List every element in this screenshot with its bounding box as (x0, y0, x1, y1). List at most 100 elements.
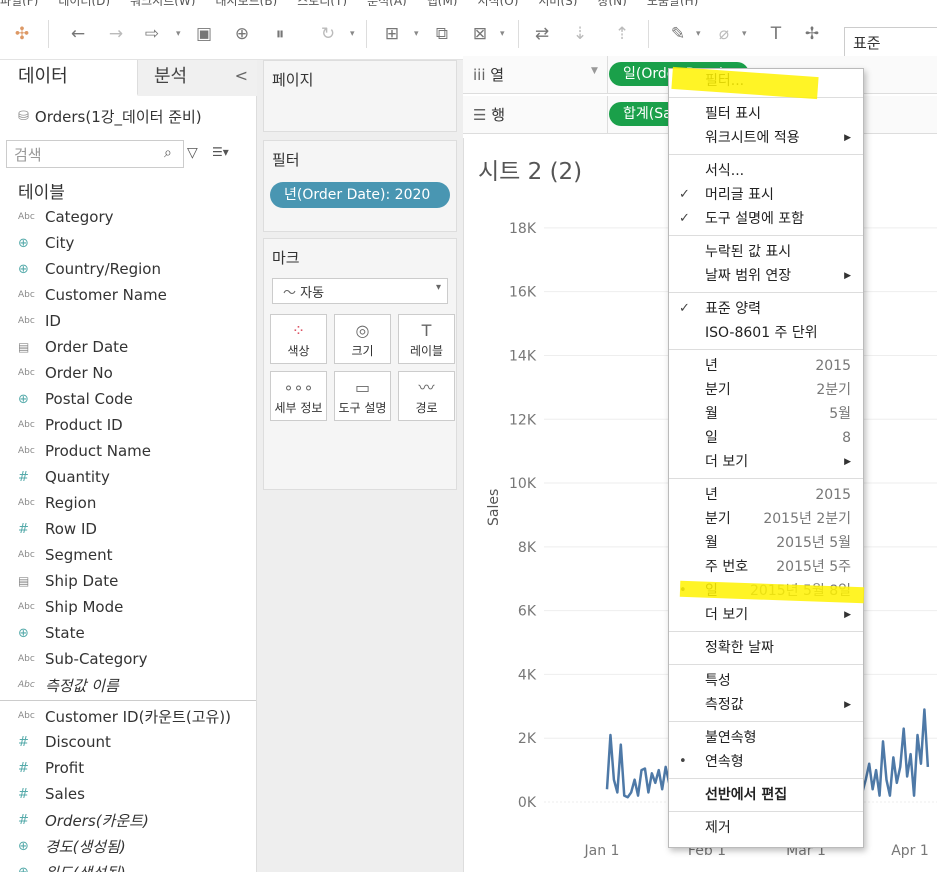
new-datasource-icon[interactable]: ⊕ (230, 22, 254, 46)
field-item[interactable]: Abc Customer ID(카운트(고유)) (0, 703, 256, 729)
menu-item[interactable]: 데이터(D) (58, 0, 110, 6)
group-icon[interactable]: ⌀ (712, 22, 736, 46)
field-item[interactable]: Abc Product Name (0, 438, 256, 464)
menu-item[interactable]: 주 번호 2015년 5주 (669, 555, 863, 579)
sort-ascending-icon[interactable]: ⇣ (568, 22, 592, 46)
menu-item[interactable]: 파일(F) (0, 0, 38, 6)
field-item[interactable]: # Profit (0, 755, 256, 781)
field-item[interactable]: ⊕ Postal Code (0, 386, 256, 412)
fit-dropdown[interactable]: 표준 (844, 27, 937, 57)
menu-item[interactable]: 워크시트(W) (130, 0, 195, 6)
chevron-down-icon[interactable]: ▾ (742, 22, 747, 46)
pin-icon[interactable]: ✢ (800, 22, 824, 46)
new-sheet-icon[interactable]: ⊞ (380, 22, 404, 46)
menu-item[interactable]: 서식... (669, 159, 863, 183)
menu-item[interactable]: 서버(S) (538, 0, 577, 6)
field-item[interactable]: Abc ID (0, 308, 256, 334)
menu-item[interactable]: 월 5월 (669, 402, 863, 426)
mark-button[interactable]: ⁘ 색상 (270, 314, 327, 364)
menu-item[interactable]: 측정값 ▶ (669, 693, 863, 717)
chevron-down-icon[interactable]: ▾ (696, 22, 701, 46)
refresh-icon[interactable]: ↻ (316, 22, 340, 46)
sort-descending-icon[interactable]: ⇡ (610, 22, 634, 46)
chevron-down-icon[interactable]: ▾ (414, 22, 419, 46)
menu-item[interactable]: 분석(A) (367, 0, 407, 6)
field-item[interactable]: ⊕ City (0, 230, 256, 256)
field-item[interactable]: # Sales (0, 781, 256, 807)
field-item[interactable]: Abc Region (0, 490, 256, 516)
field-item[interactable]: Abc Ship Mode (0, 594, 256, 620)
menu-item[interactable]: 도움말(H) (647, 0, 699, 6)
chevron-down-icon[interactable]: ▼ (591, 66, 598, 76)
menu-item[interactable]: 분기 2분기 (669, 378, 863, 402)
menu-item[interactable]: 창(N) (597, 0, 626, 6)
menu-item[interactable]: 년 2015 (669, 483, 863, 507)
field-item[interactable]: ▤ Order Date (0, 334, 256, 360)
menu-item[interactable]: 특성 (669, 669, 863, 693)
menu-item[interactable]: 날짜 범위 연장 ▶ (669, 264, 863, 288)
chevron-down-icon[interactable]: ▾ (350, 22, 355, 46)
field-item[interactable]: Abc Segment (0, 542, 256, 568)
tab-data[interactable]: 데이터 (0, 60, 138, 96)
menu-item[interactable]: 누락된 값 표시 (669, 240, 863, 264)
menu-item[interactable]: 월 2015년 5월 (669, 531, 863, 555)
menu-item[interactable]: 년 2015 (669, 354, 863, 378)
mark-button[interactable]: ∘∘∘ 세부 정보 (270, 371, 327, 421)
swap-icon[interactable]: ⇄ (530, 22, 554, 46)
field-item[interactable]: Abc Category (0, 204, 256, 230)
filter-pill[interactable]: 년(Order Date): 2020 (270, 182, 450, 208)
menu-item[interactable]: • 연속형 (669, 750, 863, 774)
field-item[interactable]: ⊕ Country/Region (0, 256, 256, 282)
replay-icon[interactable]: ⇨ (140, 22, 164, 46)
collapse-pane-icon[interactable]: < (235, 66, 248, 85)
menu-item[interactable]: 대시보드(B) (215, 0, 277, 6)
menu-item[interactable]: 워크시트에 적용 ▶ (669, 126, 863, 150)
menu-item[interactable]: 정확한 날짜 (669, 636, 863, 660)
field-item[interactable]: # Row ID (0, 516, 256, 542)
mark-type-select[interactable]: 〜 자동 ▾ (272, 278, 448, 304)
field-item[interactable]: # Quantity (0, 464, 256, 490)
search-input[interactable]: 검색 (6, 140, 184, 168)
clear-sheet-icon[interactable]: ⊠ (468, 22, 492, 46)
mark-button[interactable]: T 레이블 (398, 314, 455, 364)
tableau-logo-icon[interactable]: ✣ (10, 22, 34, 46)
menu-item[interactable]: 더 보기 ▶ (669, 603, 863, 627)
mark-button[interactable]: 〰 경로 (398, 371, 455, 421)
field-item[interactable]: Abc Order No (0, 360, 256, 386)
menu-item[interactable]: 서식(O) (478, 0, 519, 6)
highlight-icon[interactable]: ✎ (666, 22, 690, 46)
mark-button[interactable]: ▭ 도구 설명 (334, 371, 391, 421)
field-item[interactable]: Abc Customer Name (0, 282, 256, 308)
pause-updates-icon[interactable]: ⏸ (268, 22, 292, 46)
field-item[interactable]: ⊕ 경도(생성됨) (0, 833, 256, 859)
menu-item[interactable]: 스토리(T) (297, 0, 347, 6)
menu-item[interactable]: ✓ 머리글 표시 (669, 183, 863, 207)
duplicate-icon[interactable]: ⧉ (430, 22, 454, 46)
field-item[interactable]: Abc 측정값 이름 (0, 672, 256, 698)
save-icon[interactable]: ▣ (192, 22, 216, 46)
menu-item[interactable]: ✓ 도구 설명에 포함 (669, 207, 863, 231)
redo-icon[interactable]: → (104, 22, 128, 46)
menu-item[interactable]: 필터 표시 (669, 102, 863, 126)
search-icon[interactable]: ⌕ (164, 145, 172, 161)
chevron-down-icon[interactable]: ▾ (176, 22, 181, 46)
filters-card[interactable]: 필터 년(Order Date): 2020 (263, 140, 457, 232)
view-options-icon[interactable]: ☰▾ (212, 145, 229, 159)
menu-item[interactable]: 선반에서 편집 (669, 783, 863, 807)
field-item[interactable]: # Orders(카운트) (0, 807, 256, 833)
undo-icon[interactable]: ← (66, 22, 90, 46)
filter-icon[interactable]: ▽ (187, 145, 198, 161)
field-item[interactable]: # Discount (0, 729, 256, 755)
menu-item[interactable]: ISO-8601 주 단위 (669, 321, 863, 345)
show-labels-icon[interactable]: T (764, 22, 788, 46)
chevron-down-icon[interactable]: ▾ (500, 22, 505, 46)
field-item[interactable]: ⊕ State (0, 620, 256, 646)
menu-item[interactable]: 분기 2015년 2분기 (669, 507, 863, 531)
field-item[interactable]: ▤ Ship Date (0, 568, 256, 594)
field-item[interactable]: Abc Product ID (0, 412, 256, 438)
menu-item[interactable]: 불연속형 (669, 726, 863, 750)
field-item[interactable]: ⊕ 위도(생성됨) (0, 859, 256, 872)
menu-item[interactable]: 맵(M) (427, 0, 458, 6)
datasource-item[interactable]: ⛁ Orders(1강_데이터 준비) (0, 96, 256, 132)
menu-item[interactable]: 제거 (669, 816, 863, 840)
